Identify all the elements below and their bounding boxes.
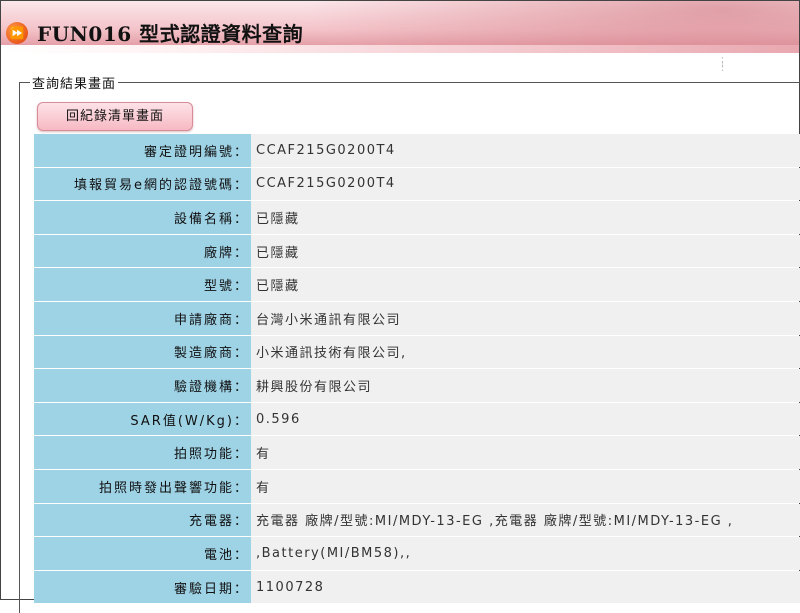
table-row: 申請廠商： 台灣小米通訊有限公司 xyxy=(34,301,800,335)
field-value: 已隱藏 xyxy=(251,268,800,301)
field-label: 型號： xyxy=(34,268,251,301)
fast-forward-icon: ⏩ xyxy=(6,22,28,44)
field-label: 填報貿易e網的認證號碼： xyxy=(34,167,251,201)
back-to-list-button[interactable]: 回紀錄清單畫面 xyxy=(37,102,193,131)
grip-icon: ⋮ ⋮ xyxy=(717,55,728,73)
field-label: 充電器： xyxy=(34,503,251,537)
field-value: 台灣小米通訊有限公司 xyxy=(251,301,800,335)
table-row: 拍照功能： 有 xyxy=(34,436,800,469)
table-row: 充電器： 充電器 廠牌/型號:MI/MDY-13-EG ,充電器 廠牌/型號:M… xyxy=(34,503,800,537)
table-row: 型號： 已隱藏 xyxy=(34,268,800,301)
page-title: FUN016 型式認證資料查詢 xyxy=(37,22,304,46)
field-label: 拍照功能： xyxy=(34,436,251,469)
field-value: 耕興股份有限公司 xyxy=(251,369,800,402)
field-value: ,Battery(MI/BM58),, xyxy=(251,537,800,570)
field-label: 廠牌： xyxy=(34,234,251,268)
panel-legend: 查詢結果畫面 xyxy=(32,77,117,92)
detail-table: 審定證明編號： CCAF215G0200T4 填報貿易e網的認證號碼： CCAF… xyxy=(34,133,800,604)
field-label: 審驗日期： xyxy=(34,570,251,604)
table-row: 設備名稱： 已隱藏 xyxy=(34,201,800,234)
table-row: 電池： ,Battery(MI/BM58),, xyxy=(34,537,800,570)
field-label: 驗證機構： xyxy=(34,369,251,402)
table-row: 製造廠商： 小米通訊技術有限公司, xyxy=(34,335,800,369)
field-value: 有 xyxy=(251,469,800,503)
field-value: 充電器 廠牌/型號:MI/MDY-13-EG ,充電器 廠牌/型號:MI/MDY… xyxy=(251,503,800,537)
field-value: 有 xyxy=(251,436,800,469)
table-row: 拍照時發出聲響功能： 有 xyxy=(34,469,800,503)
field-label: 製造廠商： xyxy=(34,335,251,369)
field-value: CCAF215G0200T4 xyxy=(251,167,800,201)
field-label: SAR值(W/Kg)： xyxy=(34,402,251,436)
table-row: 審驗日期： 1100728 xyxy=(34,570,800,604)
field-label: 申請廠商： xyxy=(34,301,251,335)
table-row: 驗證機構： 耕興股份有限公司 xyxy=(34,369,800,402)
page-header: ⏩ FUN016 型式認證資料查詢 xyxy=(1,1,799,53)
table-row: 廠牌： 已隱藏 xyxy=(34,234,800,268)
table-row: SAR值(W/Kg)： 0.596 xyxy=(34,402,800,436)
field-value: 小米通訊技術有限公司, xyxy=(251,335,800,369)
field-value: 已隱藏 xyxy=(251,201,800,234)
field-label: 電池： xyxy=(34,537,251,570)
field-value: 0.596 xyxy=(251,402,800,436)
table-row: 填報貿易e網的認證號碼： CCAF215G0200T4 xyxy=(34,167,800,201)
table-row: 審定證明編號： CCAF215G0200T4 xyxy=(34,134,800,167)
field-label: 拍照時發出聲響功能： xyxy=(34,469,251,503)
field-label: 審定證明編號： xyxy=(34,134,251,167)
field-value: CCAF215G0200T4 xyxy=(251,134,800,167)
field-value: 已隱藏 xyxy=(251,234,800,268)
field-label: 設備名稱： xyxy=(34,201,251,234)
field-value: 1100728 xyxy=(251,570,800,604)
